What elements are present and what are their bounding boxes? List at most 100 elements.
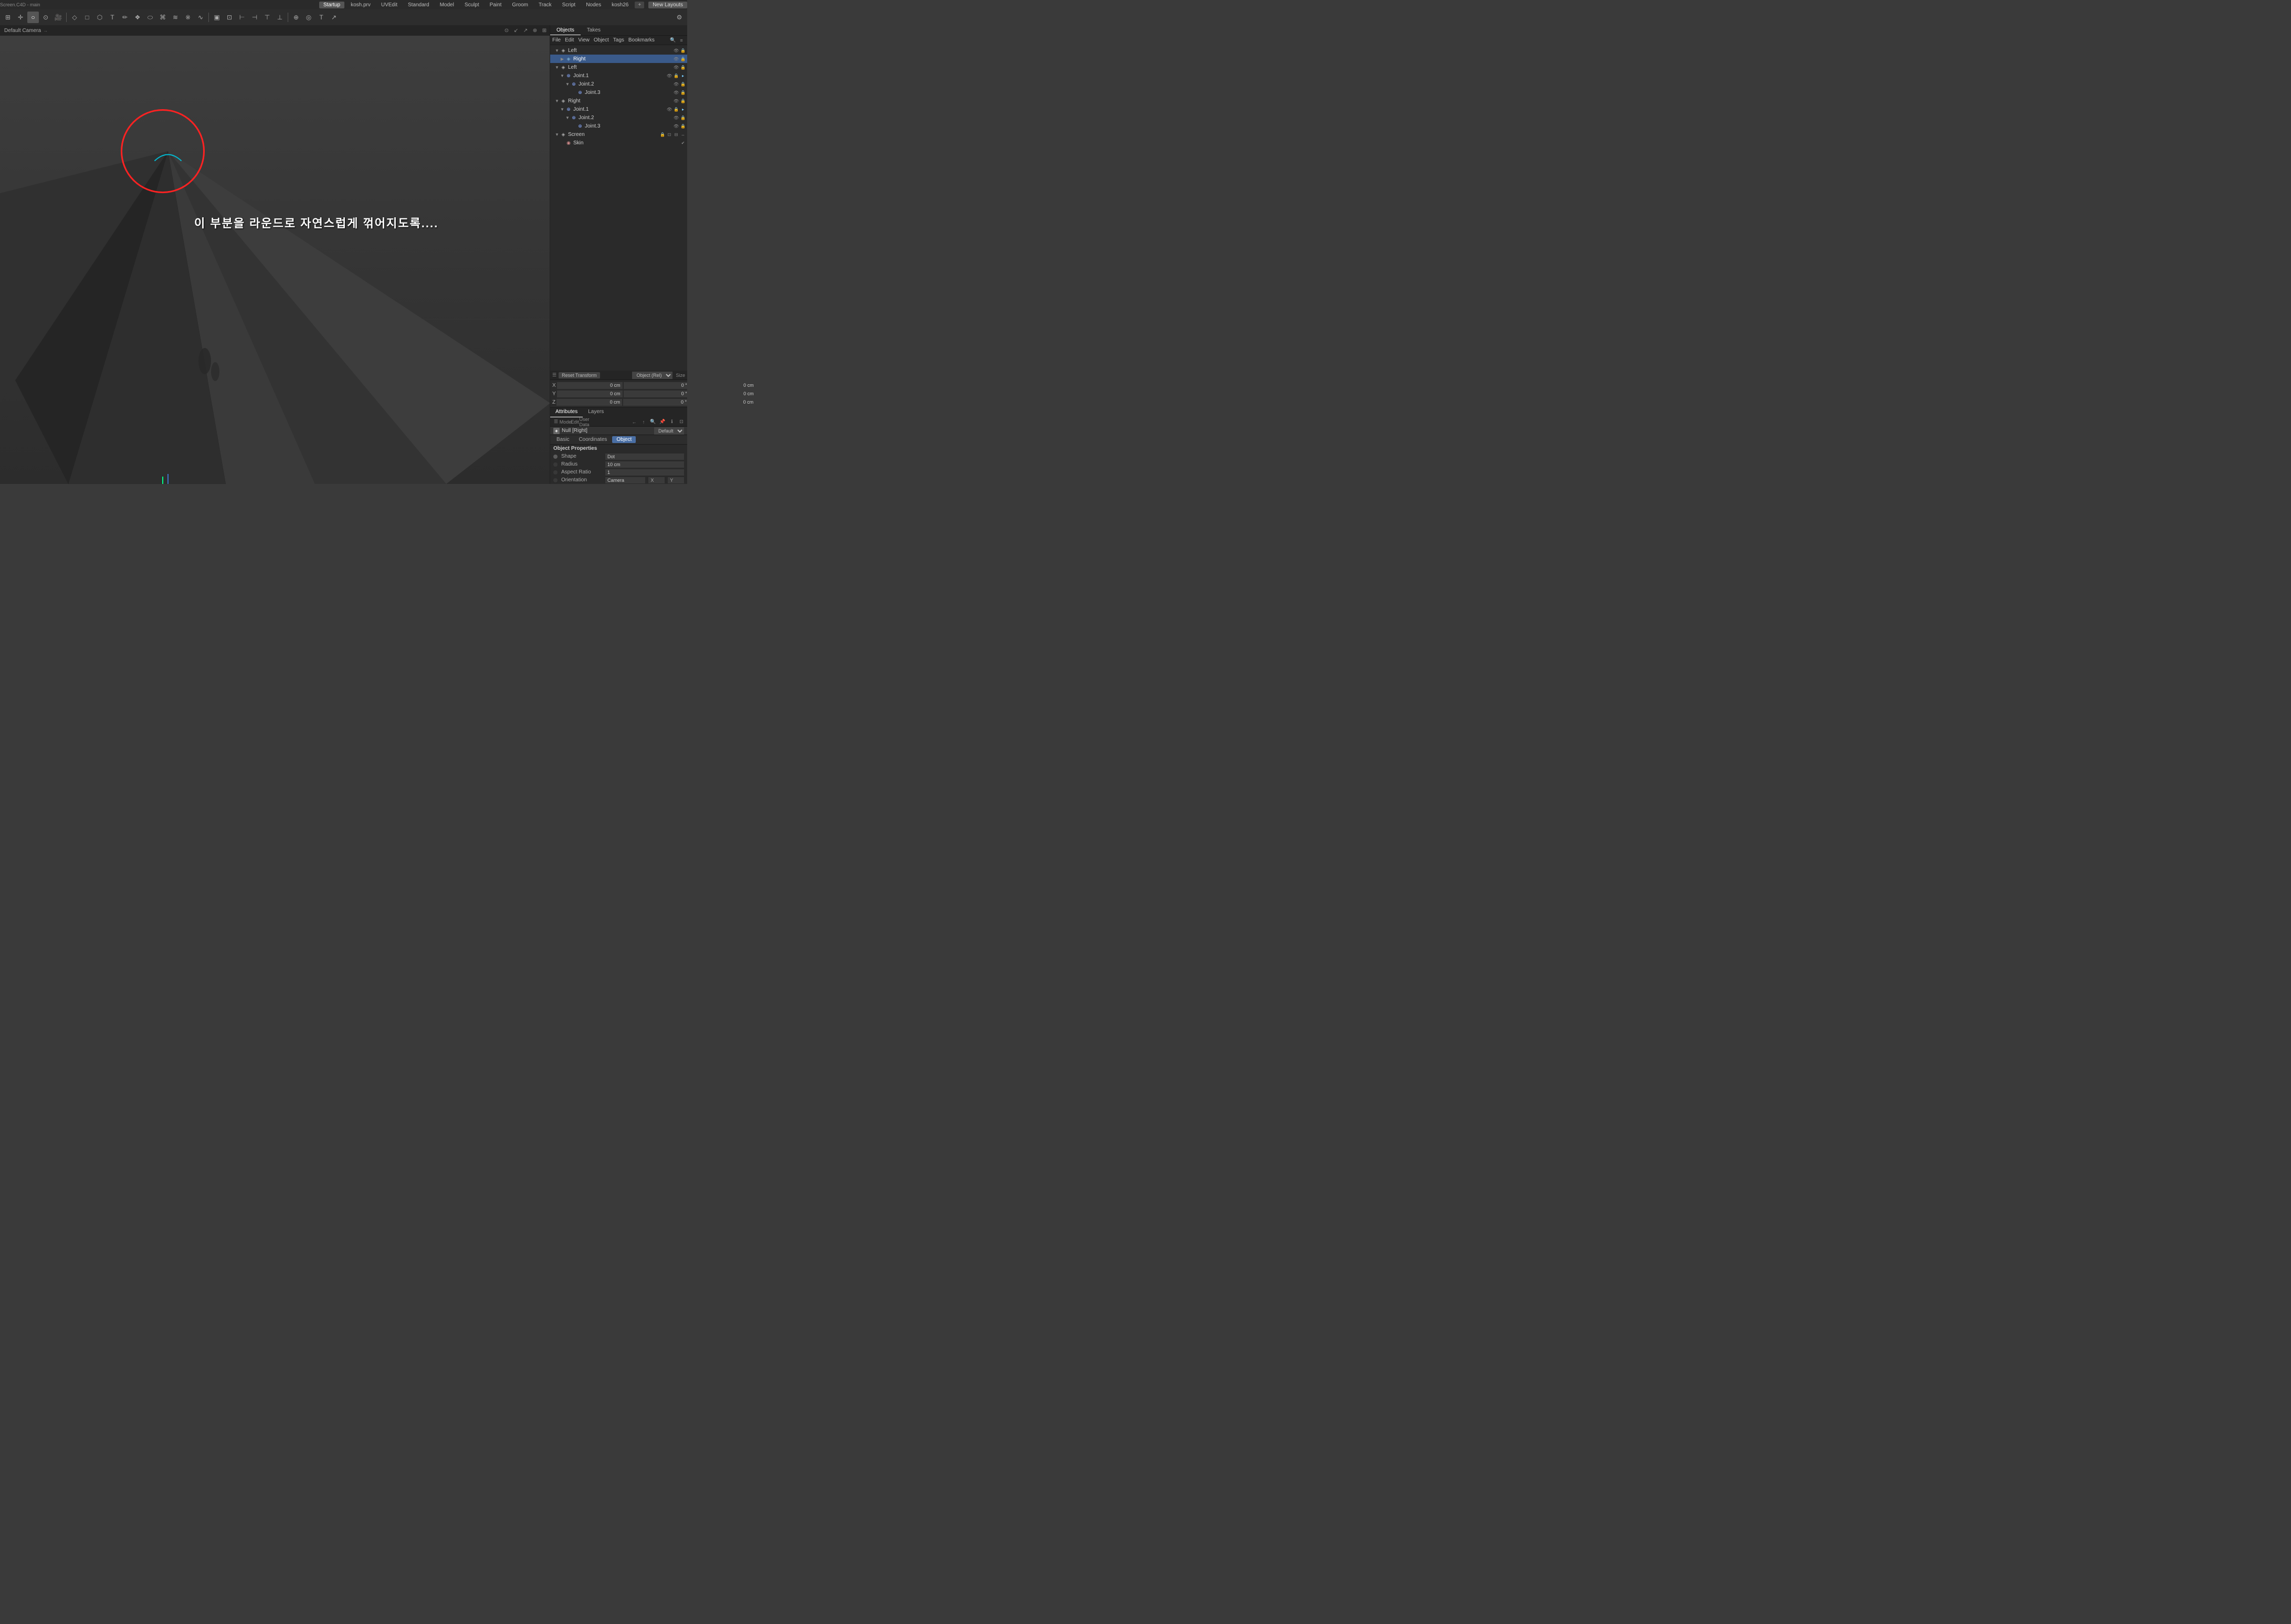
menu-tab-paint[interactable]: Paint — [486, 2, 506, 8]
toolbar-icon-object[interactable]: ○ — [27, 12, 39, 23]
tree-action-lock-j3r[interactable]: 🔒 — [680, 123, 686, 129]
sidebar-menu-tags[interactable]: Tags — [613, 37, 624, 43]
toolbar-icon-deform[interactable]: ≋ — [170, 12, 181, 23]
sidebar-sort-icon[interactable]: ≡ — [678, 37, 685, 44]
tree-action-lock[interactable]: 🔒 — [680, 47, 686, 54]
menu-tab-script[interactable]: Script — [558, 2, 580, 8]
sidebar-menu-file[interactable]: File — [552, 37, 561, 43]
viewport-icon-down-left[interactable]: ↙ — [512, 27, 520, 34]
tree-action-lock-j3l[interactable]: 🔒 — [680, 89, 686, 96]
attr-back-icon[interactable]: ← — [630, 418, 638, 426]
toolbar-icon-rotate[interactable]: ⬡ — [94, 12, 106, 23]
tree-arrow-right[interactable]: ▶ — [560, 56, 565, 61]
tree-item-skin[interactable]: ◉ Skin ✔ — [550, 139, 687, 147]
tree-item-right2[interactable]: ▼ ◈ Right 👁 🔒 — [550, 97, 687, 105]
toolbar-icon-r3[interactable]: T — [316, 12, 327, 23]
tree-action-lock-r2[interactable]: 🔒 — [680, 98, 686, 104]
toolbar-icon-c2[interactable]: ⊡ — [224, 12, 235, 23]
toolbar-icon-nurbs[interactable]: ⌘ — [157, 12, 169, 23]
toolbar-icon-c4[interactable]: ⊣ — [249, 12, 260, 23]
sidebar-tab-takes[interactable]: Takes — [581, 25, 607, 35]
tree-item-right[interactable]: ▶ ◈ Right 👁 🔒 — [550, 55, 687, 63]
viewport-icon-sphere[interactable]: ⊙ — [503, 27, 510, 34]
tree-arrow-left2[interactable]: ▼ — [554, 65, 560, 70]
sidebar-menu-bookmarks[interactable]: Bookmarks — [628, 37, 655, 43]
tree-arrow-left-top[interactable]: ▼ — [554, 48, 560, 53]
tree-arrow-right2[interactable]: ▼ — [554, 98, 560, 103]
attr-info-icon[interactable]: ℹ — [668, 418, 676, 426]
toolbar-icon-c6[interactable]: ⊥ — [274, 12, 286, 23]
attr-sub-tab-object[interactable]: Object — [612, 436, 636, 443]
tree-action-vis-screen[interactable]: 🔒 — [659, 131, 666, 138]
coord-y-rot[interactable] — [624, 391, 689, 397]
menu-tab-model[interactable]: Model — [436, 2, 458, 8]
tree-action-vis[interactable]: 👁 — [673, 47, 679, 54]
tree-item-joint1-r[interactable]: ▼ ⊕ Joint.1 👁 🔒 ▸ — [550, 105, 687, 113]
tree-action-vis-j1l[interactable]: 👁 — [666, 72, 672, 79]
prop-value-orientation[interactable]: Camera — [605, 477, 645, 483]
coord-z-rot[interactable] — [623, 399, 689, 406]
prop-value-shape[interactable]: Dot — [605, 454, 684, 460]
reset-transform-button[interactable]: Reset Transform — [559, 372, 600, 378]
tree-action-lock-j2r[interactable]: 🔒 — [680, 114, 686, 121]
prop-value-orient-y[interactable]: Y — [668, 477, 684, 483]
search-icon[interactable]: 🔍 — [669, 37, 677, 44]
tree-action-vis-l2[interactable]: 👁 — [673, 64, 679, 70]
toolbar-icon-text[interactable]: T — [107, 12, 118, 23]
toolbar-icon-camera[interactable]: 🎥 — [52, 12, 64, 23]
tree-action-vis-j2l[interactable]: 👁 — [673, 81, 679, 87]
transform-mode-dropdown[interactable]: Object (Rel) World Local — [632, 372, 672, 379]
tree-item-joint2-r[interactable]: ▼ ⊕ Joint.2 👁 🔒 — [550, 113, 687, 122]
tree-item-screen[interactable]: ▼ ◈ Screen 🔒 ⊡ ⊟ ↔ — [550, 130, 687, 139]
toolbar-icon-r2[interactable]: ◎ — [303, 12, 314, 23]
attr-edit-label[interactable]: Edit — [571, 418, 579, 426]
toolbar-icon-effector[interactable]: ※ — [182, 12, 194, 23]
attr-menu-icon[interactable]: ☰ — [552, 418, 560, 426]
attr-node-type-dropdown[interactable]: Default — [654, 427, 684, 435]
tree-item-left2[interactable]: ▼ ◈ Left 👁 🔒 — [550, 63, 687, 71]
tree-arrow-skin[interactable] — [560, 140, 565, 145]
sidebar-tab-objects[interactable]: Objects — [550, 25, 581, 35]
tree-action-tag-j1r[interactable]: ▸ — [680, 106, 686, 112]
menu-tab-koshprv[interactable]: kosh.prv — [346, 2, 375, 8]
coord-y-scale[interactable] — [690, 391, 756, 397]
tree-action-vis-j3r[interactable]: 👁 — [673, 123, 679, 129]
tree-item-joint3-r[interactable]: ⊕ Joint.3 👁 🔒 — [550, 122, 687, 130]
toolbar-icon-scene[interactable]: ⊙ — [40, 12, 51, 23]
prop-value-orient-x[interactable]: X — [648, 477, 665, 483]
tree-arrow-j1r[interactable]: ▼ — [560, 107, 565, 112]
transform-menu-icon[interactable]: ☰ — [552, 372, 556, 378]
toolbar-icon-spline[interactable]: ⬭ — [144, 12, 156, 23]
tree-action-lock-right[interactable]: 🔒 — [680, 56, 686, 62]
attr-tab-layers[interactable]: Layers — [583, 408, 609, 417]
tree-action-lock-j1r[interactable]: 🔒 — [673, 106, 679, 112]
toolbar-icon-move[interactable]: ◇ — [69, 12, 80, 23]
toolbar-icon-pen[interactable]: ✏ — [119, 12, 131, 23]
menu-tab-standard[interactable]: Standard — [404, 2, 434, 8]
tree-arrow-j3r[interactable] — [571, 123, 576, 129]
attr-more-icon[interactable]: ⊡ — [678, 418, 685, 426]
tree-action-vis-right[interactable]: 👁 — [673, 56, 679, 62]
tree-item-joint3-l[interactable]: ⊕ Joint.3 👁 🔒 — [550, 88, 687, 97]
menu-tab-track[interactable]: Track — [534, 2, 556, 8]
tree-arrow-screen[interactable]: ▼ — [554, 132, 560, 137]
tree-action-vis-j3l[interactable]: 👁 — [673, 89, 679, 96]
toolbar-icon-hair[interactable]: ∿ — [195, 12, 206, 23]
toolbar-icon-scale[interactable]: □ — [81, 12, 93, 23]
coord-z-pos[interactable] — [556, 399, 622, 406]
attr-pin-icon[interactable]: 📌 — [659, 418, 666, 426]
attr-tab-attributes[interactable]: Attributes — [550, 408, 583, 417]
tree-action-tag-j1l[interactable]: ▸ — [680, 72, 686, 79]
toolbar-icon-c1[interactable]: ▣ — [211, 12, 223, 23]
tree-action-lock-j2l[interactable]: 🔒 — [680, 81, 686, 87]
viewport-3d[interactable]: 이 부분을 라운드로 자연스럽게 꺾어지도록.... — [0, 36, 550, 484]
toolbar-icon-brush[interactable]: ❖ — [132, 12, 143, 23]
toolbar-icon-r4[interactable]: ↗ — [328, 12, 340, 23]
attr-sub-tab-coordinates[interactable]: Coordinates — [574, 436, 611, 443]
tree-item-joint2-l[interactable]: ▼ ⊕ Joint.2 👁 🔒 — [550, 80, 687, 88]
tree-action-lock-l2[interactable]: 🔒 — [680, 64, 686, 70]
tree-arrow-j2r[interactable]: ▼ — [565, 115, 570, 120]
coord-x-rot[interactable] — [624, 382, 689, 389]
attr-sub-tab-basic[interactable]: Basic — [552, 436, 573, 443]
viewport-icon-grid[interactable]: ⊞ — [541, 27, 548, 34]
